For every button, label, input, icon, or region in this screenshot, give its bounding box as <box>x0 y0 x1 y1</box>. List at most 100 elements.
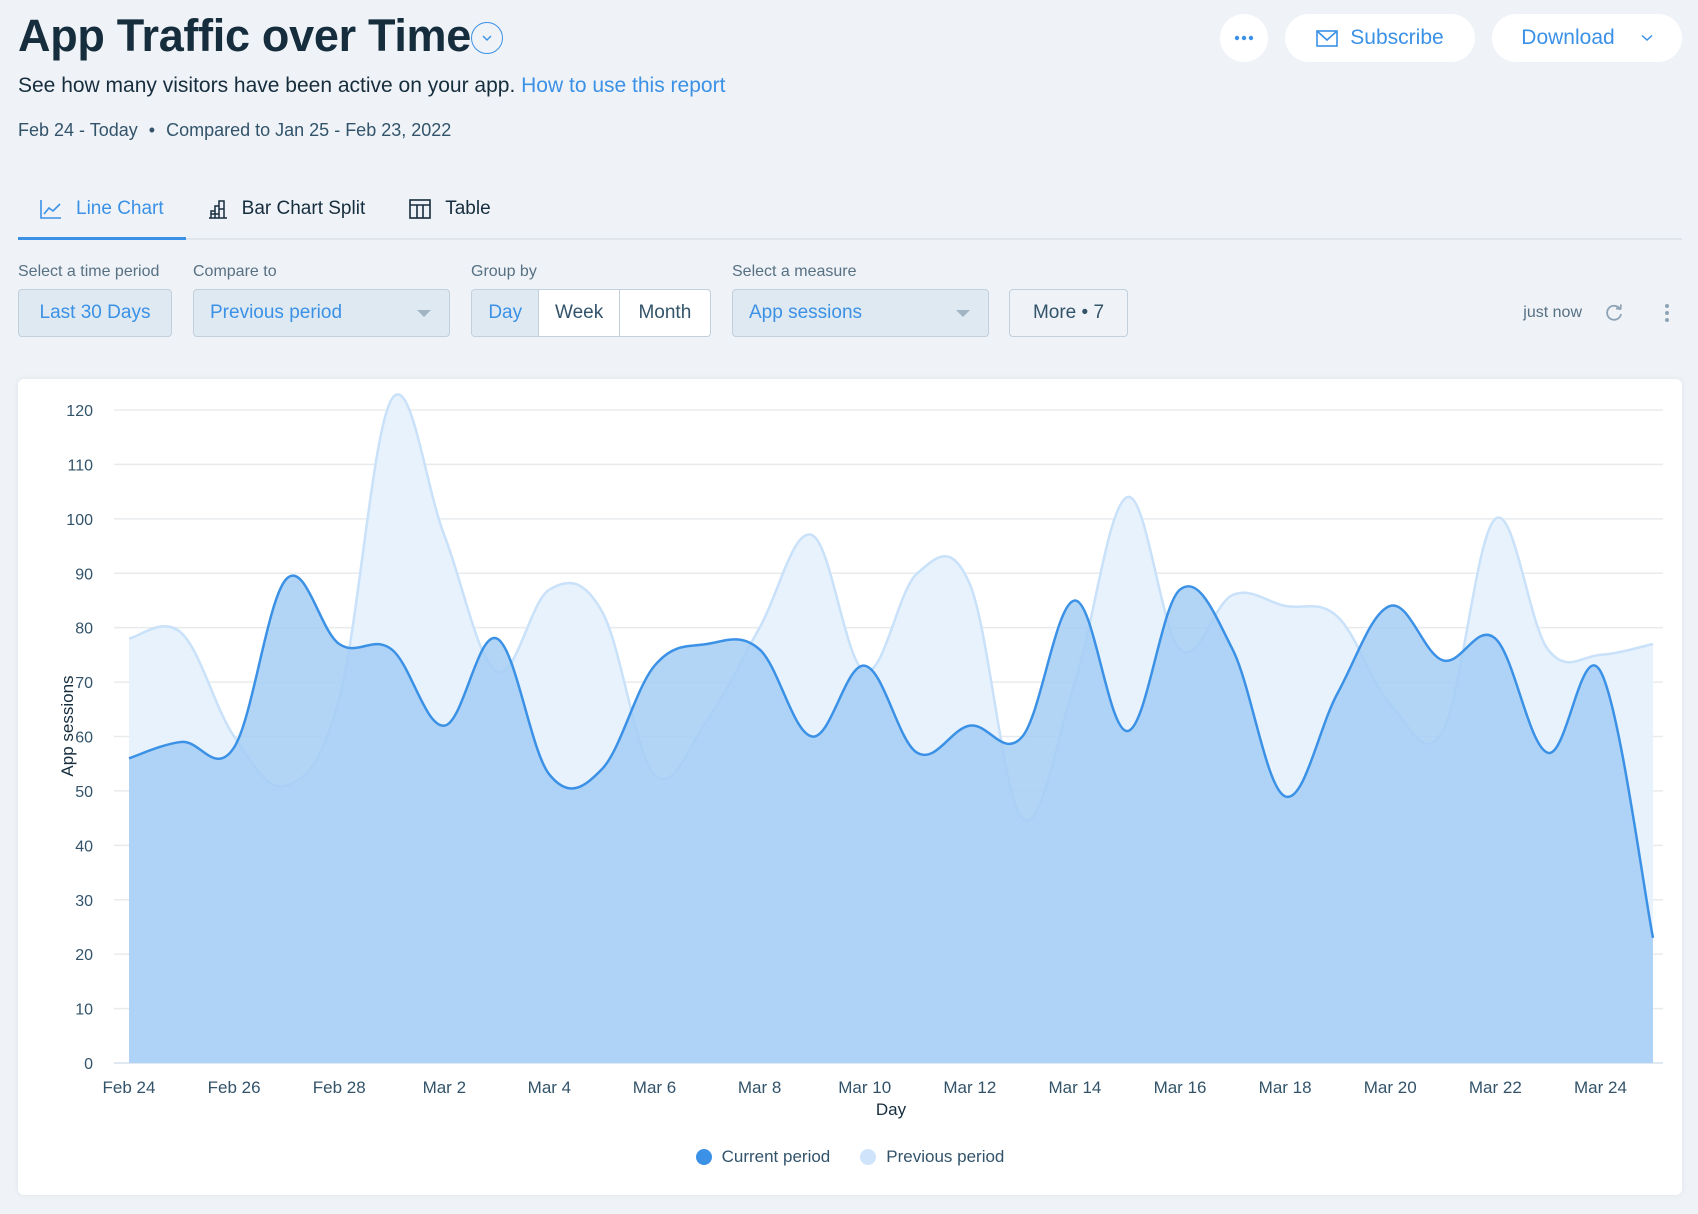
group-by-month[interactable]: Month <box>618 290 710 336</box>
current-period-point[interactable] <box>649 660 661 672</box>
measure-label: Select a measure <box>732 263 857 280</box>
previous-period-point[interactable] <box>1489 513 1501 525</box>
group-by-week[interactable]: Week <box>538 290 618 336</box>
current-period-point[interactable] <box>123 752 135 764</box>
table-icon <box>409 199 432 219</box>
x-tick-label: Mar 14 <box>1048 1078 1101 1097</box>
previous-period-point[interactable] <box>754 622 766 634</box>
tab-label: Bar Chart Split <box>241 198 366 219</box>
current-period-point[interactable] <box>859 660 871 672</box>
previous-period-point[interactable] <box>1594 649 1606 661</box>
y-tick-label: 20 <box>75 947 93 964</box>
refresh-area: just now <box>1523 289 1682 337</box>
current-period-point[interactable] <box>911 747 923 759</box>
previous-period-point[interactable] <box>1542 643 1554 655</box>
time-period-value: Last 30 Days <box>39 302 151 323</box>
legend-dot-previous <box>860 1149 877 1165</box>
current-period-point[interactable] <box>176 736 188 748</box>
tab-table[interactable]: Table <box>387 180 512 238</box>
y-axis-label: App sessions <box>58 675 77 776</box>
current-period-point[interactable] <box>438 720 450 732</box>
x-axis-label: Day <box>876 1100 907 1119</box>
time-period-label: Select a time period <box>18 263 160 280</box>
measure-group: Select a measure App sessions <box>732 263 989 337</box>
previous-period-point[interactable] <box>596 605 608 617</box>
y-tick-label: 60 <box>75 730 93 747</box>
tab-line-chart[interactable]: Line Chart <box>18 180 186 240</box>
current-period-point[interactable] <box>1227 643 1239 655</box>
previous-period-point[interactable] <box>1332 611 1344 623</box>
current-period-point[interactable] <box>1647 932 1659 944</box>
last-updated: just now <box>1523 304 1582 321</box>
current-period-point[interactable] <box>1279 790 1291 802</box>
current-period-point[interactable] <box>1489 633 1501 645</box>
x-tick-label: Mar 8 <box>738 1078 781 1097</box>
download-button[interactable]: Download <box>1492 14 1682 62</box>
current-period-point[interactable] <box>1069 594 1081 606</box>
previous-period-point[interactable] <box>123 633 135 645</box>
current-period-point[interactable] <box>1016 731 1028 743</box>
subtitle-text: See how many visitors have been active o… <box>18 74 516 97</box>
current-period-point[interactable] <box>1384 600 1396 612</box>
current-period-point[interactable] <box>754 643 766 655</box>
previous-period-point[interactable] <box>543 584 555 596</box>
x-tick-label: Mar 24 <box>1574 1078 1627 1097</box>
compare-to-select[interactable]: Previous period <box>193 289 450 337</box>
y-tick-label: 40 <box>75 838 93 855</box>
current-period-point[interactable] <box>1332 687 1344 699</box>
previous-period-point[interactable] <box>806 529 818 541</box>
previous-period-point[interactable] <box>911 567 923 579</box>
x-tick-label: Mar 10 <box>838 1078 891 1097</box>
previous-period-point[interactable] <box>386 393 398 405</box>
x-tick-label: Feb 26 <box>208 1078 261 1097</box>
current-period-point[interactable] <box>333 638 345 650</box>
x-tick-label: Mar 22 <box>1469 1078 1522 1097</box>
subscribe-label: Subscribe <box>1350 26 1444 49</box>
caret-down-icon <box>417 309 431 317</box>
current-period-point[interactable] <box>543 769 555 781</box>
previous-period-point[interactable] <box>1227 589 1239 601</box>
more-filters-button[interactable]: More • 7 <box>1009 289 1128 337</box>
group-by-day[interactable]: Day <box>472 290 539 336</box>
date-range-current: Feb 24 - Today <box>18 120 138 140</box>
tab-bar-chart-split[interactable]: Bar Chart Split <box>186 180 388 238</box>
previous-period-point[interactable] <box>438 529 450 541</box>
y-tick-label: 50 <box>75 784 93 801</box>
help-link[interactable]: How to use this report <box>521 74 725 97</box>
refresh-icon[interactable] <box>1604 303 1624 323</box>
subscribe-button[interactable]: Subscribe <box>1285 14 1475 62</box>
previous-period-point[interactable] <box>1279 600 1291 612</box>
current-period-point[interactable] <box>228 741 240 753</box>
previous-period-point[interactable] <box>1647 638 1659 650</box>
x-axis-ticks: Feb 24 Feb 26 Feb 28 Mar 2 Mar 4 Mar 6 Mar 8 Ma… <box>103 1078 1627 1097</box>
current-period-point[interactable] <box>701 638 713 650</box>
current-period-point[interactable] <box>1174 584 1186 596</box>
line-chart-icon <box>40 200 61 219</box>
legend-current-period[interactable]: Current period <box>695 1147 830 1167</box>
time-period-button[interactable]: Last 30 Days <box>18 289 172 337</box>
current-period-point[interactable] <box>491 633 503 645</box>
current-period-point[interactable] <box>964 720 976 732</box>
x-tick-label: Mar 12 <box>943 1078 996 1097</box>
group-by-group: Group by Day Week Month <box>471 263 711 337</box>
current-period-point[interactable] <box>1121 725 1133 737</box>
current-period-point[interactable] <box>596 763 608 775</box>
current-period-point[interactable] <box>806 731 818 743</box>
current-period-point[interactable] <box>1594 665 1606 677</box>
legend-previous-period[interactable]: Previous period <box>860 1147 1004 1167</box>
title-dropdown-button[interactable] <box>471 22 503 54</box>
current-period-point[interactable] <box>281 573 293 585</box>
x-tick-label: Mar 6 <box>633 1078 676 1097</box>
kebab-menu-icon[interactable] <box>1664 303 1670 323</box>
y-tick-label: 70 <box>75 675 93 692</box>
previous-period-point[interactable] <box>1121 491 1133 503</box>
previous-period-point[interactable] <box>176 627 188 639</box>
measure-select[interactable]: App sessions <box>732 289 989 337</box>
filters-bar: Select a time period Last 30 Days Compar… <box>18 263 1682 343</box>
more-actions-button[interactable] <box>1220 14 1268 62</box>
current-period-point[interactable] <box>386 643 398 655</box>
y-tick-label: 30 <box>75 893 93 910</box>
current-period-point[interactable] <box>1542 747 1554 759</box>
previous-period-point[interactable] <box>964 578 976 590</box>
current-period-point[interactable] <box>1437 654 1449 666</box>
